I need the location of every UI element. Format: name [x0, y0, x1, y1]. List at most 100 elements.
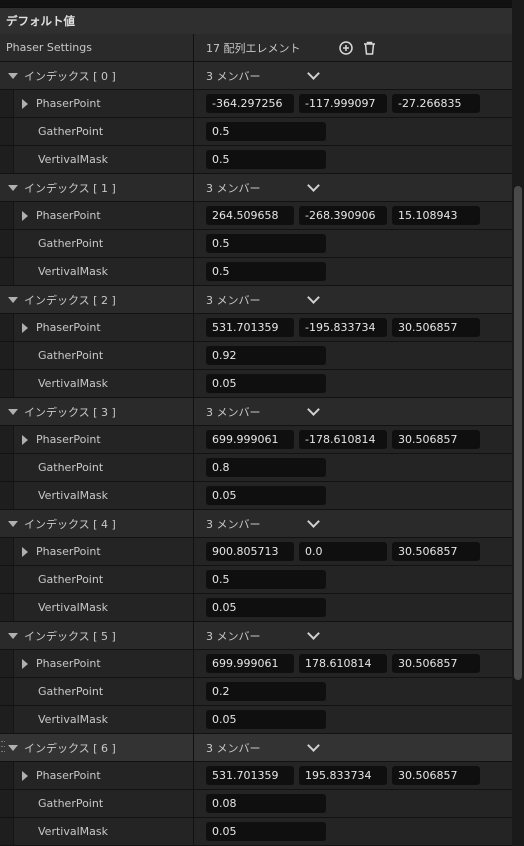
vertival-mask-input[interactable]: 0.05	[206, 710, 326, 729]
vertival-mask-row: VertivalMask 0.05	[0, 370, 512, 398]
gather-point-input[interactable]: 0.2	[206, 682, 326, 701]
vertival-mask-row: VertivalMask 0.05	[0, 818, 512, 846]
phaser-x-input[interactable]: 531.701359	[206, 766, 294, 785]
phaser-y-input[interactable]: 195.833734	[299, 766, 387, 785]
gather-point-label: GatherPoint	[38, 685, 104, 698]
phaser-y-input[interactable]: -195.833734	[299, 318, 387, 337]
gather-point-label: GatherPoint	[38, 461, 104, 474]
phaser-x-input[interactable]: 699.999061	[206, 654, 294, 673]
array-row: Phaser Settings 17 配列エレメント	[0, 34, 512, 62]
phaser-z-input[interactable]: 30.506857	[392, 766, 480, 785]
phaser-point-row: PhaserPoint 264.509658 -268.390906 15.10894…	[0, 202, 512, 230]
index-label: インデックス [ 6 ]	[24, 741, 116, 755]
vertival-mask-input[interactable]: 0.05	[206, 486, 326, 505]
vertival-mask-input[interactable]: 0.05	[206, 374, 326, 393]
phaser-x-input[interactable]: 699.999061	[206, 430, 294, 449]
phaser-x-input[interactable]: -364.297256	[206, 94, 294, 113]
details-panel: Phaser Settings 17 配列エレメント インデックス [ 0 ] 3…	[0, 34, 512, 846]
chevron-down-icon[interactable]	[306, 403, 320, 416]
vertival-mask-input[interactable]: 0.5	[206, 262, 326, 281]
index-row[interactable]: インデックス [ 2 ] 3 メンバー	[0, 286, 512, 314]
gather-point-row: GatherPoint 0.5	[0, 566, 512, 594]
vertival-mask-row: VertivalMask 0.05	[0, 594, 512, 622]
gather-point-row: GatherPoint 0.92	[0, 342, 512, 370]
index-row[interactable]: インデックス [ 3 ] 3 メンバー	[0, 398, 512, 426]
index-row[interactable]: インデックス [ 0 ] 3 メンバー	[0, 62, 512, 90]
gather-point-row: GatherPoint 0.08	[0, 790, 512, 818]
phaser-point-row: PhaserPoint 531.701359 -195.833734 30.50685…	[0, 314, 512, 342]
expand-arrow-icon[interactable]	[22, 546, 28, 557]
phaser-z-input[interactable]: 30.506857	[392, 430, 480, 449]
phaser-x-input[interactable]: 264.509658	[206, 206, 294, 225]
chevron-down-icon[interactable]	[306, 179, 320, 192]
expand-arrow-icon[interactable]	[8, 72, 18, 79]
phaser-y-input[interactable]: -178.610814	[299, 430, 387, 449]
add-circle-icon[interactable]	[338, 40, 353, 55]
section-header[interactable]: デフォルト値	[0, 8, 524, 35]
expand-arrow-icon[interactable]	[8, 744, 18, 751]
chevron-down-icon[interactable]	[306, 627, 320, 640]
gather-point-input[interactable]: 0.8	[206, 458, 326, 477]
gather-point-input[interactable]: 0.5	[206, 570, 326, 589]
phaser-point-row: PhaserPoint 699.999061 -178.610814 30.50685…	[0, 426, 512, 454]
phaser-point-label: PhaserPoint	[36, 209, 101, 222]
vertival-mask-input[interactable]: 0.5	[206, 150, 326, 169]
drag-handle-icon[interactable]	[1, 734, 7, 761]
gather-point-label: GatherPoint	[38, 125, 104, 138]
phaser-y-input[interactable]: -268.390906	[299, 206, 387, 225]
phaser-point-row: PhaserPoint -364.297256 -117.999097 -27.266…	[0, 90, 512, 118]
top-strip	[0, 0, 524, 8]
element-list: インデックス [ 0 ] 3 メンバー PhaserPoint -364.297256…	[0, 62, 512, 846]
index-row[interactable]: インデックス [ 4 ] 3 メンバー	[0, 510, 512, 538]
expand-arrow-icon[interactable]	[8, 520, 18, 527]
index-row[interactable]: インデックス [ 1 ] 3 メンバー	[0, 174, 512, 202]
gather-point-row: GatherPoint 0.5	[0, 118, 512, 146]
trash-icon[interactable]	[363, 41, 376, 55]
chevron-down-icon[interactable]	[306, 291, 320, 304]
phaser-z-input[interactable]: 30.506857	[392, 654, 480, 673]
vertival-mask-input[interactable]: 0.05	[206, 822, 326, 841]
gather-point-input[interactable]: 0.5	[206, 122, 326, 141]
vertival-mask-label: VertivalMask	[38, 265, 108, 278]
members-count: 3 メンバー	[206, 69, 261, 83]
expand-arrow-icon[interactable]	[22, 434, 28, 445]
phaser-z-input[interactable]: 30.506857	[392, 318, 480, 337]
array-count: 17 配列エレメント	[206, 41, 301, 55]
expand-arrow-icon[interactable]	[22, 770, 28, 781]
vertival-mask-input[interactable]: 0.05	[206, 598, 326, 617]
expand-arrow-icon[interactable]	[8, 184, 18, 191]
expand-arrow-icon[interactable]	[8, 296, 18, 303]
phaser-z-input[interactable]: 30.506857	[392, 542, 480, 561]
gather-point-input[interactable]: 0.5	[206, 234, 326, 253]
phaser-point-label: PhaserPoint	[36, 545, 101, 558]
expand-arrow-icon[interactable]	[8, 632, 18, 639]
index-row[interactable]: インデックス [ 6 ] 3 メンバー	[0, 734, 512, 762]
expand-arrow-icon[interactable]	[22, 658, 28, 669]
phaser-z-input[interactable]: -27.266835	[392, 94, 480, 113]
phaser-point-row: PhaserPoint 531.701359 195.833734 30.506857	[0, 762, 512, 790]
phaser-point-row: PhaserPoint 900.805713 0.0 30.506857	[0, 538, 512, 566]
phaser-y-input[interactable]: 178.610814	[299, 654, 387, 673]
expand-arrow-icon[interactable]	[22, 210, 28, 221]
gather-point-row: GatherPoint 0.8	[0, 454, 512, 482]
phaser-x-input[interactable]: 900.805713	[206, 542, 294, 561]
gather-point-input[interactable]: 0.08	[206, 794, 326, 813]
chevron-down-icon[interactable]	[306, 67, 320, 80]
phaser-y-input[interactable]: 0.0	[299, 542, 387, 561]
phaser-point-label: PhaserPoint	[36, 433, 101, 446]
scrollbar-thumb[interactable]	[514, 186, 522, 680]
expand-arrow-icon[interactable]	[22, 98, 28, 109]
gather-point-input[interactable]: 0.92	[206, 346, 326, 365]
gather-point-label: GatherPoint	[38, 573, 104, 586]
phaser-x-input[interactable]: 531.701359	[206, 318, 294, 337]
vertival-mask-row: VertivalMask 0.5	[0, 146, 512, 174]
index-row[interactable]: インデックス [ 5 ] 3 メンバー	[0, 622, 512, 650]
expand-arrow-icon[interactable]	[22, 322, 28, 333]
phaser-z-input[interactable]: 15.108943	[392, 206, 480, 225]
scrollbar[interactable]	[512, 0, 524, 839]
members-count: 3 メンバー	[206, 181, 261, 195]
expand-arrow-icon[interactable]	[8, 408, 18, 415]
phaser-y-input[interactable]: -117.999097	[299, 94, 387, 113]
chevron-down-icon[interactable]	[306, 739, 320, 752]
chevron-down-icon[interactable]	[306, 515, 320, 528]
